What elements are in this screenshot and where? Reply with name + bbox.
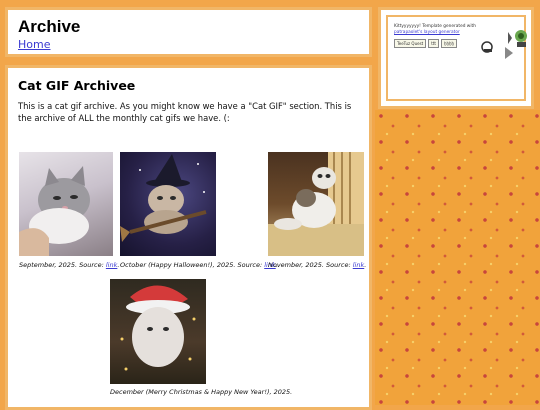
patterned-background — [375, 110, 540, 405]
template-credit: Kittyyyyyyy! Template generated with pat… — [394, 24, 514, 35]
main-title: Cat GIF Archivee — [18, 78, 136, 93]
badge-1[interactable]: TeeTuz Quest — [394, 39, 427, 48]
caption-december: December (Merry Christmas & Happy New Ye… — [110, 388, 293, 396]
sidebar-panel: Kittyyyyyyy! Template generated with pat… — [378, 7, 534, 109]
caption-october: October (Happy Halloween!), 2025. Source… — [120, 261, 278, 269]
sidebar-inner: Kittyyyyyyy! Template generated with pat… — [386, 15, 527, 101]
badge-3[interactable]: ḫḫḫḫ — [440, 39, 458, 48]
gif-october-witch-cat — [120, 152, 216, 256]
gif-september-cat — [19, 152, 113, 256]
caption-november: November, 2025. Source: link. — [268, 261, 367, 269]
header-panel: Archive Home — [5, 7, 372, 57]
game-sprite-icon — [481, 41, 493, 53]
caption-september: September, 2025. Source: link. — [19, 261, 120, 269]
credit-text: Kittyyyyyyy! Template generated with — [394, 24, 476, 29]
source-link-november[interactable]: link — [353, 261, 365, 269]
layout-generator-link[interactable]: patrapaolet's layout generator — [394, 30, 460, 35]
source-link-september[interactable]: link — [106, 261, 118, 269]
badge-row: TeeTuz Quest ṫṫṫ ḫḫḫḫ — [394, 39, 458, 48]
main-panel: Cat GIF Archivee This is a cat gif archi… — [5, 65, 372, 410]
gif-december-cat — [110, 279, 206, 384]
home-link[interactable]: Home — [18, 38, 50, 51]
main-description: This is a cat gif archive. As you might … — [18, 101, 352, 123]
badge-2[interactable]: ṫṫṫ — [428, 39, 439, 48]
gif-november-cat — [268, 152, 364, 256]
play-arrow-icon[interactable] — [504, 46, 514, 60]
page-title: Archive — [18, 17, 81, 36]
